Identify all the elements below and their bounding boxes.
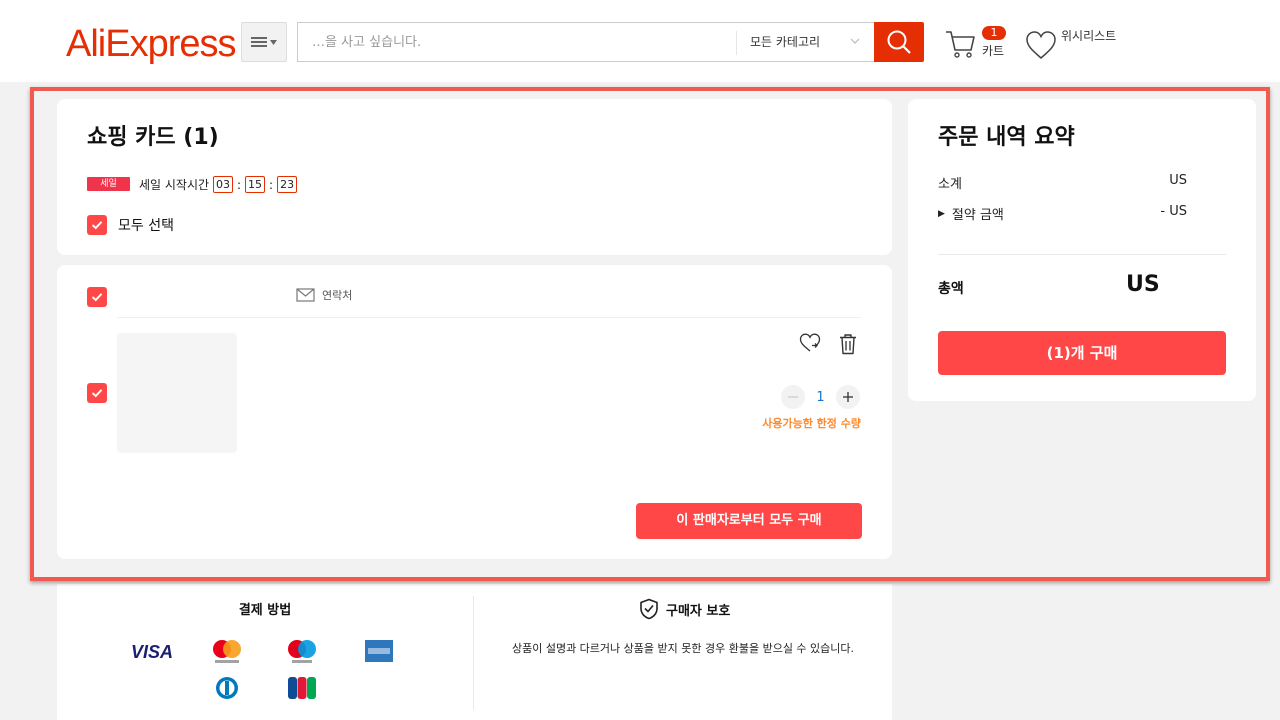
category-select[interactable]: 모든 카테고리 bbox=[750, 23, 820, 61]
site-header: AliExpress 모든 카테고리 1 카트 bbox=[0, 0, 1280, 82]
wishlist-link[interactable]: 위시리스트 bbox=[1025, 26, 1135, 66]
total-label: 총액 bbox=[938, 281, 964, 297]
select-all-row: 모두 선택 bbox=[87, 215, 174, 235]
timer-seconds: 23 bbox=[277, 176, 298, 193]
divider bbox=[117, 317, 861, 318]
chevron-down-icon bbox=[850, 38, 860, 44]
heart-arrow-icon bbox=[799, 333, 821, 352]
shield-check-icon bbox=[640, 598, 658, 620]
cart-count-badge: 1 bbox=[982, 26, 1006, 40]
check-icon bbox=[91, 293, 103, 302]
mastercard-logo-icon bbox=[211, 638, 243, 666]
cart-icon bbox=[946, 31, 975, 58]
subtotal-value: US bbox=[1169, 173, 1187, 188]
heart-icon bbox=[1026, 31, 1056, 59]
increase-quantity-button[interactable] bbox=[836, 385, 860, 409]
aliexpress-logo[interactable]: AliExpress bbox=[66, 22, 236, 66]
visa-logo-icon: VISA bbox=[127, 640, 177, 664]
order-summary-card: 주문 내역 요약 소계 US ▶ 절약 금액 - US 총액 US (1)개 구매 bbox=[908, 99, 1256, 401]
product-image[interactable] bbox=[117, 333, 237, 453]
payment-methods-title: 결제 방법 bbox=[238, 603, 292, 618]
minus-icon bbox=[788, 396, 798, 398]
subtotal-label: 소계 bbox=[938, 177, 962, 192]
delete-item-button[interactable] bbox=[838, 333, 858, 359]
category-menu-button[interactable] bbox=[241, 22, 287, 62]
search-divider bbox=[736, 31, 737, 55]
diners-club-logo-icon bbox=[213, 676, 241, 700]
savings-row[interactable]: ▶ 절약 금액 - US bbox=[938, 204, 1187, 223]
move-to-wishlist-button[interactable] bbox=[799, 333, 821, 357]
contact-label: 연락처 bbox=[322, 289, 353, 302]
cart-header-card: 쇼핑 카드 (1) 세일 세일 시작시간 03 : 15 : 23 모두 선택 bbox=[57, 99, 892, 255]
item-checkbox[interactable] bbox=[87, 383, 107, 403]
store-card: 연락처 1 사용가능한 한정 수량 이 판매자로부터 모두 구매 bbox=[57, 265, 892, 559]
visa-logo-text: VISA bbox=[130, 641, 173, 662]
wishlist-label: 위시리스트 bbox=[1061, 29, 1117, 43]
sale-start-label: 세일 시작시간 bbox=[139, 178, 210, 192]
buyer-protection-heading: 구매자 보호 bbox=[639, 598, 730, 620]
page-title: 쇼핑 카드 (1) bbox=[87, 125, 219, 150]
store-checkbox[interactable] bbox=[87, 287, 107, 307]
sale-badge: 세일 bbox=[87, 177, 130, 191]
cart-label: 카트 bbox=[982, 44, 1005, 58]
search-bar: 모든 카테고리 bbox=[297, 22, 875, 62]
divider bbox=[938, 254, 1226, 255]
buyer-protection-title: 구매자 보호 bbox=[666, 603, 731, 619]
buyer-protection-text: 상품이 설명과 다르거나 상품을 받지 못한 경우 환불을 받으실 수 있습니다… bbox=[511, 642, 855, 655]
total-value: US bbox=[1126, 272, 1160, 297]
caret-right-icon: ▶ bbox=[938, 208, 945, 219]
savings-label: 절약 금액 bbox=[951, 208, 1004, 223]
check-icon bbox=[91, 389, 103, 398]
plus-icon bbox=[843, 392, 853, 402]
select-all-checkbox[interactable] bbox=[87, 215, 107, 235]
limited-quantity-text: 사용가능한 한정 수량 bbox=[762, 417, 861, 430]
select-all-label: 모두 선택 bbox=[118, 218, 174, 234]
search-icon bbox=[887, 30, 911, 54]
search-button[interactable] bbox=[874, 22, 924, 62]
american-express-logo-icon bbox=[365, 640, 393, 662]
decrease-quantity-button[interactable] bbox=[781, 385, 805, 409]
timer-hours: 03 bbox=[213, 176, 233, 193]
trash-icon bbox=[840, 334, 856, 355]
timer-minutes: 15 bbox=[245, 176, 266, 193]
summary-title: 주문 내역 요약 bbox=[938, 125, 1075, 150]
sale-timer: 03 : 15 : 23 bbox=[213, 176, 298, 193]
subtotal-row: 소계 US bbox=[938, 173, 1187, 192]
hamburger-icon bbox=[251, 37, 277, 47]
cart-link[interactable]: 1 카트 bbox=[944, 26, 1014, 66]
envelope-icon bbox=[296, 288, 315, 302]
buy-all-from-seller-button[interactable]: 이 판매자로부터 모두 구매 bbox=[636, 503, 862, 539]
jcb-logo-icon bbox=[288, 677, 316, 699]
checkout-button[interactable]: (1)개 구매 bbox=[938, 331, 1226, 375]
quantity-stepper: 1 bbox=[781, 385, 860, 409]
payment-protection-card: 결제 방법 VISA 구매자 보호 상품이 설명과 다르거나 상품을 받지 못한… bbox=[57, 584, 892, 720]
quantity-value[interactable]: 1 bbox=[805, 390, 836, 405]
savings-value: - US bbox=[1160, 204, 1187, 219]
check-icon bbox=[91, 221, 103, 230]
contact-seller-link[interactable]: 연락처 bbox=[296, 287, 352, 303]
maestro-logo-icon bbox=[286, 638, 318, 666]
search-input[interactable] bbox=[312, 23, 722, 61]
